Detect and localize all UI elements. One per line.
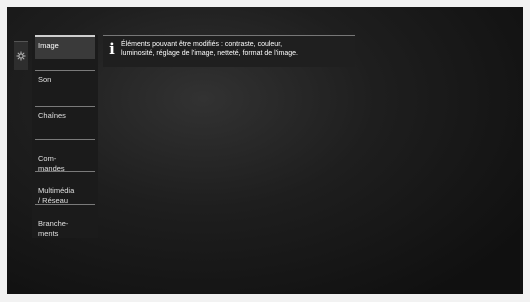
menu-item-label: Image: [38, 41, 59, 50]
menu-item-label: Son: [38, 75, 52, 84]
gear-icon: [16, 51, 26, 61]
tv-screen: Image Son Chaînes Com- mandes Multimédia…: [7, 7, 523, 294]
menu-item-son[interactable]: Son: [35, 70, 95, 94]
menu-item-label: Multimédia / Réseau: [38, 186, 75, 205]
menu-item-label: Branche- ments: [38, 219, 69, 238]
info-line-2: luminosité, réglage de l'image, netteté,…: [121, 50, 298, 57]
info-line-1: Éléments pouvant être modifiés : contras…: [121, 41, 283, 48]
settings-menu: Image Son Chaînes Com- mandes Multimédia…: [32, 35, 98, 238]
menu-item-commandes[interactable]: Com- mandes: [35, 139, 95, 173]
info-icon: i: [109, 40, 115, 58]
menu-item-image[interactable]: Image: [35, 35, 95, 59]
settings-tab[interactable]: [14, 41, 28, 70]
menu-item-multimedia-reseau[interactable]: Multimédia / Réseau: [35, 171, 95, 205]
menu-item-label: Chaînes: [38, 111, 66, 120]
menu-item-branchements[interactable]: Branche- ments: [35, 204, 95, 238]
info-text: Éléments pouvant être modifiés : contras…: [121, 36, 298, 58]
info-panel: i Éléments pouvant être modifiés : contr…: [103, 35, 355, 67]
menu-item-chaines[interactable]: Chaînes: [35, 106, 95, 130]
